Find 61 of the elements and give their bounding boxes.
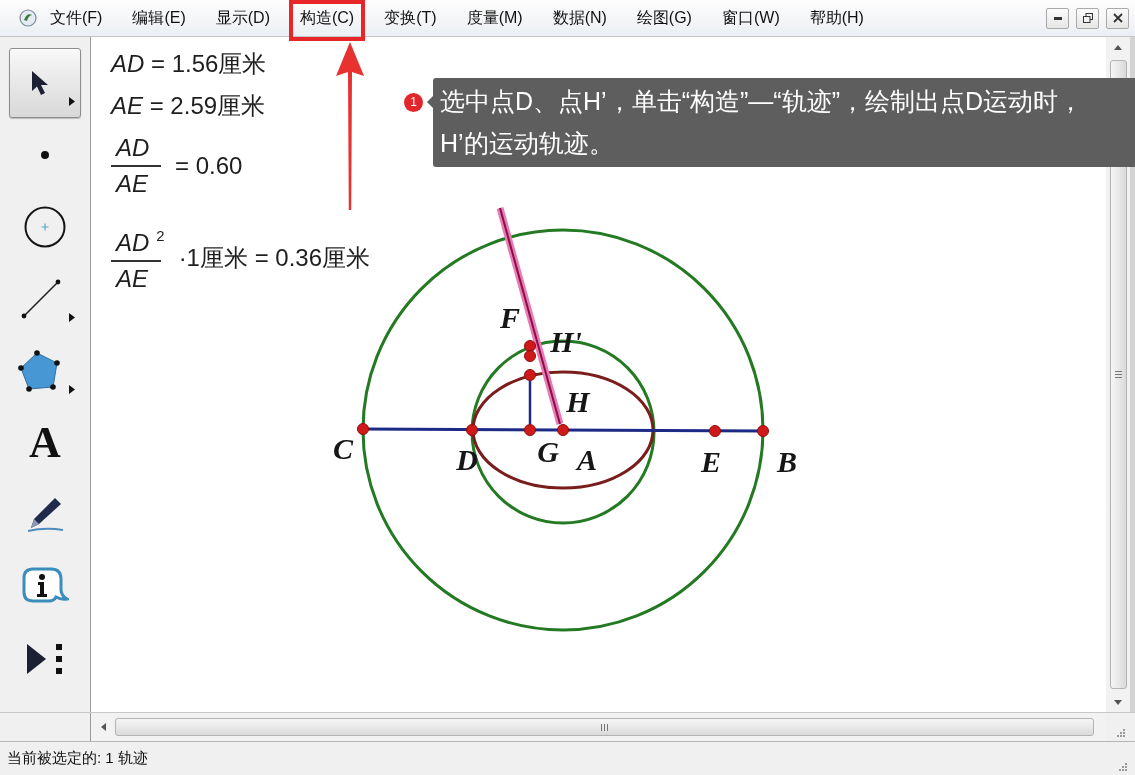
point-marker[interactable] xyxy=(466,424,478,436)
measurement-text[interactable]: AE = 2.59厘米 xyxy=(111,92,266,120)
point-label: A xyxy=(577,443,597,476)
point-marker[interactable] xyxy=(524,350,536,362)
point-label: G xyxy=(537,435,559,468)
point-marker[interactable] xyxy=(757,425,769,437)
point-marker[interactable] xyxy=(524,424,536,436)
compass-circle-icon xyxy=(24,206,66,248)
point-marker[interactable] xyxy=(709,425,721,437)
scrollbar-thumb[interactable] xyxy=(115,718,1094,736)
measurement-result[interactable]: ·1厘米 = 0.36厘米 xyxy=(178,241,371,274)
fraction-bar xyxy=(111,260,161,263)
left-arrow-icon xyxy=(100,723,106,731)
fraction-denominator: AE xyxy=(114,265,148,294)
point-marker[interactable] xyxy=(357,423,369,435)
fraction-denominator: AE xyxy=(114,170,148,198)
point-label: F xyxy=(500,301,520,334)
minimize-icon xyxy=(1053,16,1062,20)
callout-note: 选中点D、点H’，单击“构造”—“轨迹”，绘制出点D运动时，H’的运动轨迹。 xyxy=(433,78,1135,167)
menu-item[interactable]: 度量(M) xyxy=(455,0,534,36)
menu-item[interactable]: 绘图(G) xyxy=(625,0,703,36)
menu-item[interactable]: 构造(C) xyxy=(289,0,366,36)
restore-icon xyxy=(1082,13,1093,23)
menu-item[interactable]: 文件(F) xyxy=(39,0,114,36)
menu-item[interactable]: 帮助(H) xyxy=(798,0,875,36)
grip-icon xyxy=(601,723,608,731)
pen-icon xyxy=(25,497,65,533)
status-text: 当前被选定的: 1 轨迹 xyxy=(7,749,148,768)
point-icon xyxy=(41,151,49,159)
minimize-button[interactable] xyxy=(1046,7,1069,29)
menu-item[interactable]: 窗口(W) xyxy=(710,0,791,36)
down-arrow-icon xyxy=(1114,699,1122,705)
menu-item[interactable]: 变换(T) xyxy=(373,0,448,36)
close-button[interactable] xyxy=(1106,7,1129,29)
perpendicular-segment xyxy=(528,381,532,424)
resize-grip-icon xyxy=(1116,729,1125,737)
point-label: C xyxy=(333,432,353,465)
app-icon[interactable] xyxy=(19,9,37,27)
close-icon xyxy=(1112,13,1123,23)
fraction-numerator: AD$^{2}$ xyxy=(114,227,165,258)
menu-item[interactable]: 数据(N) xyxy=(541,0,618,36)
menu-item[interactable]: 显示(D) xyxy=(204,0,281,36)
point-label: B xyxy=(777,445,797,478)
point-label: H xyxy=(566,385,590,418)
point-label: E xyxy=(701,445,721,478)
point-marker[interactable] xyxy=(524,369,536,381)
measurement-text[interactable]: AD = 1.56厘米 xyxy=(111,50,267,78)
play-dots-icon xyxy=(26,642,64,676)
point-marker[interactable] xyxy=(524,340,536,352)
point-label: D xyxy=(456,443,478,476)
up-arrow-icon xyxy=(1114,44,1122,50)
line-segment-icon xyxy=(21,279,61,319)
point-marker[interactable] xyxy=(557,424,569,436)
selection-tool[interactable] xyxy=(9,48,81,118)
resize-grip-icon[interactable] xyxy=(1119,763,1127,771)
grip-icon xyxy=(1114,371,1122,378)
measurement-result[interactable]: = 0.60 xyxy=(175,152,243,180)
restore-button[interactable] xyxy=(1076,7,1099,29)
text-tool[interactable]: A xyxy=(9,408,81,478)
fraction-numerator: AD xyxy=(114,134,150,162)
menu-item[interactable]: 编辑(E) xyxy=(121,0,197,36)
